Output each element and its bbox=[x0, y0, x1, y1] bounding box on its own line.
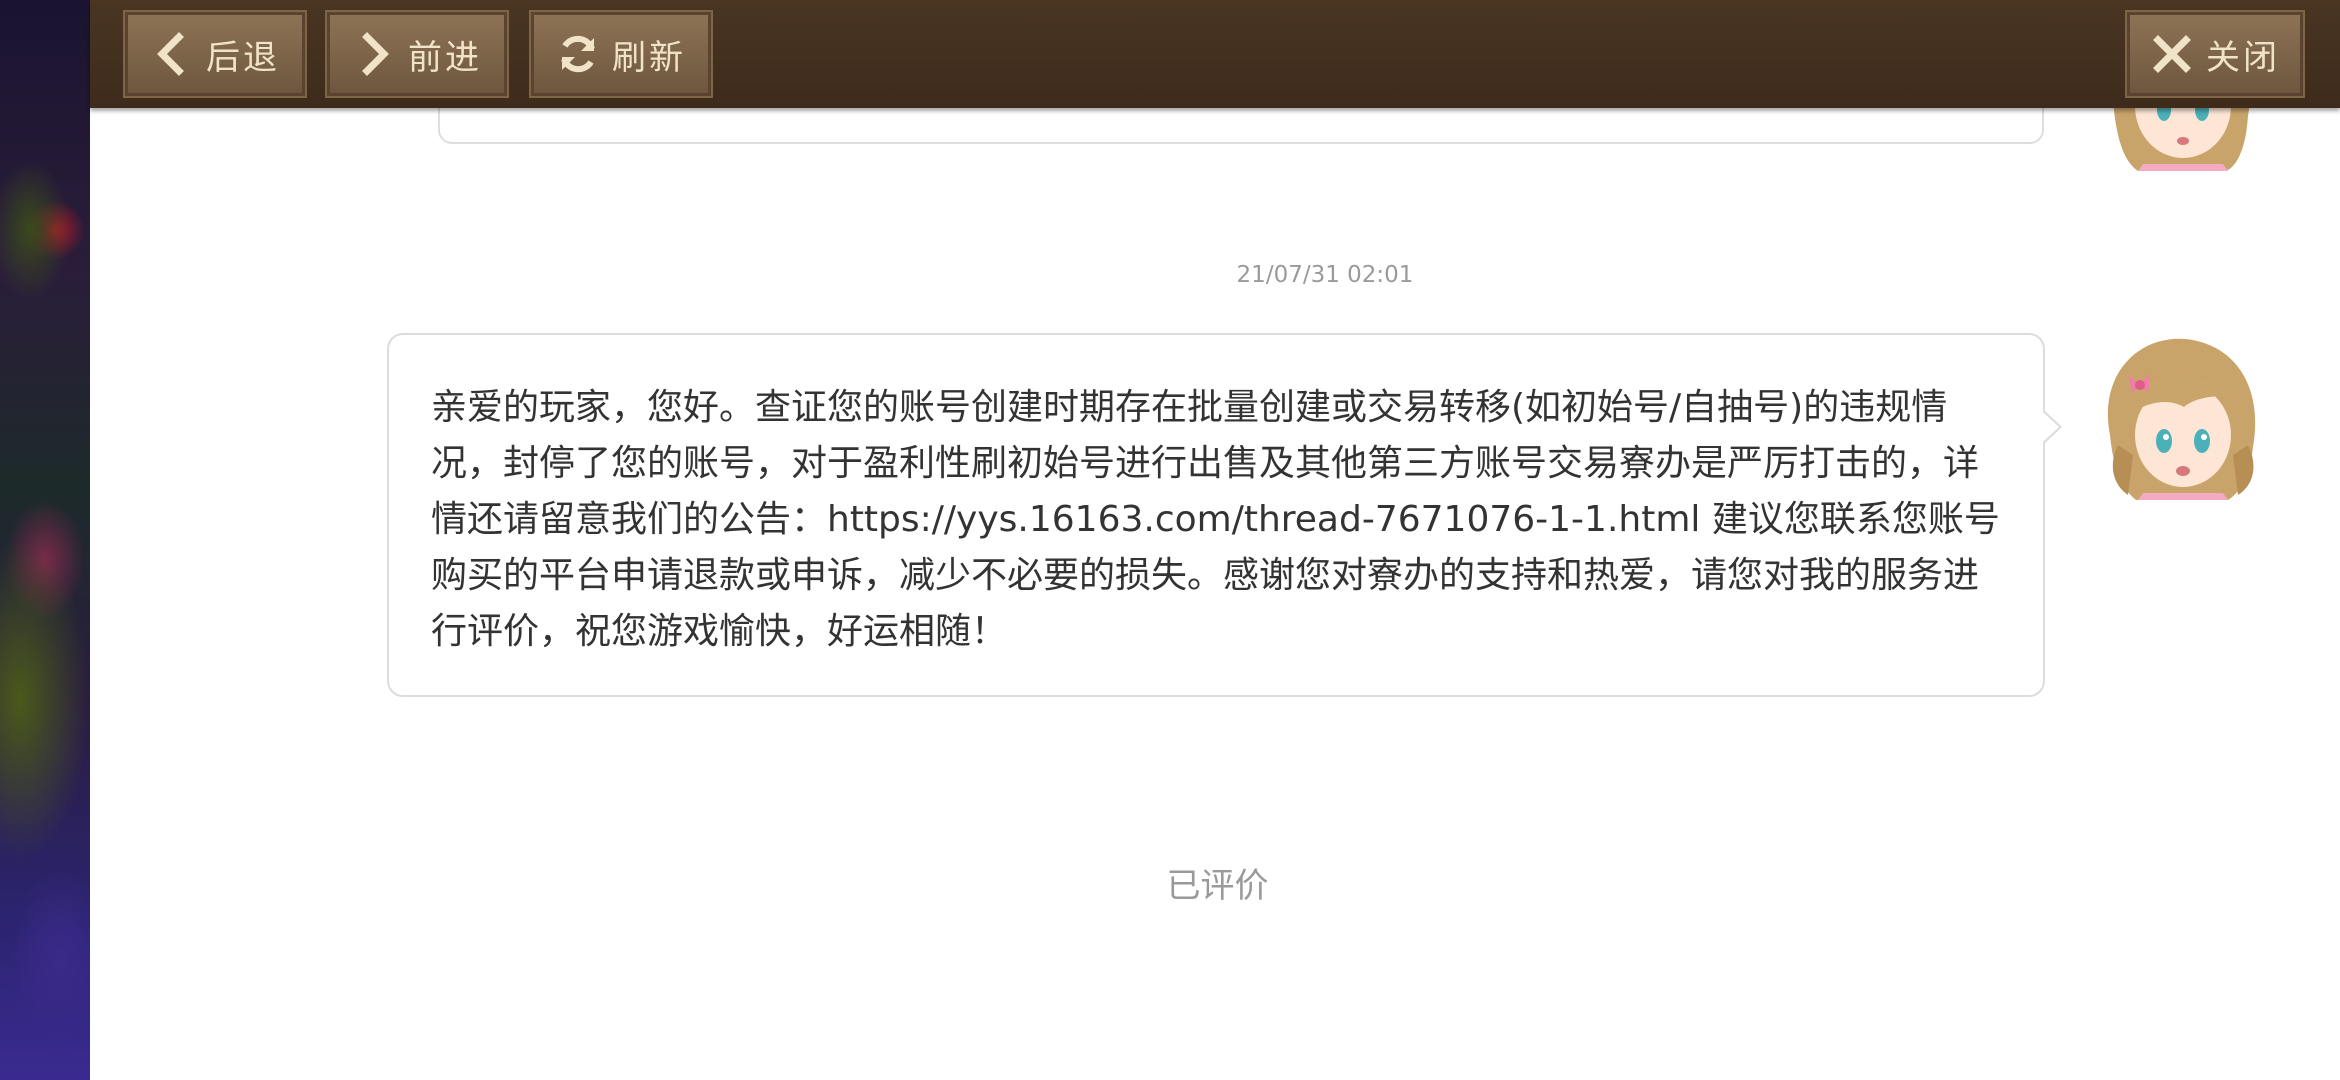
back-button-label: 后退 bbox=[206, 37, 280, 78]
rated-status-label: 已评价 bbox=[1166, 866, 1269, 906]
message-timestamp: 21/07/31 02:01 bbox=[1236, 262, 1414, 288]
forward-button[interactable]: 前进 bbox=[325, 10, 509, 98]
refresh-button-label: 刷新 bbox=[612, 37, 686, 78]
support-agent-avatar-main bbox=[2098, 335, 2263, 500]
game-background bbox=[0, 0, 90, 1080]
agent-message-text: 亲爱的玩家，您好。查证您的账号创建时期存在批量创建或交易转移(如初始号/自抽号)… bbox=[431, 387, 2000, 652]
agent-message-bubble: 亲爱的玩家，您好。查证您的账号创建时期存在批量创建或交易转移(如初始号/自抽号)… bbox=[387, 333, 2045, 697]
refresh-button[interactable]: 刷新 bbox=[529, 10, 713, 98]
back-button[interactable]: 后退 bbox=[123, 10, 307, 98]
chevron-left-icon bbox=[150, 32, 194, 76]
close-button[interactable]: 关闭 bbox=[2125, 10, 2305, 98]
browser-toolbar: 后退 前进 刷新 关闭 bbox=[90, 0, 2340, 108]
close-icon bbox=[2150, 32, 2194, 76]
bubble-tail-inner bbox=[2043, 412, 2059, 442]
forward-button-label: 前进 bbox=[408, 37, 482, 78]
chevron-right-icon bbox=[352, 32, 396, 76]
close-button-label: 关闭 bbox=[2206, 37, 2280, 78]
refresh-icon bbox=[556, 32, 600, 76]
